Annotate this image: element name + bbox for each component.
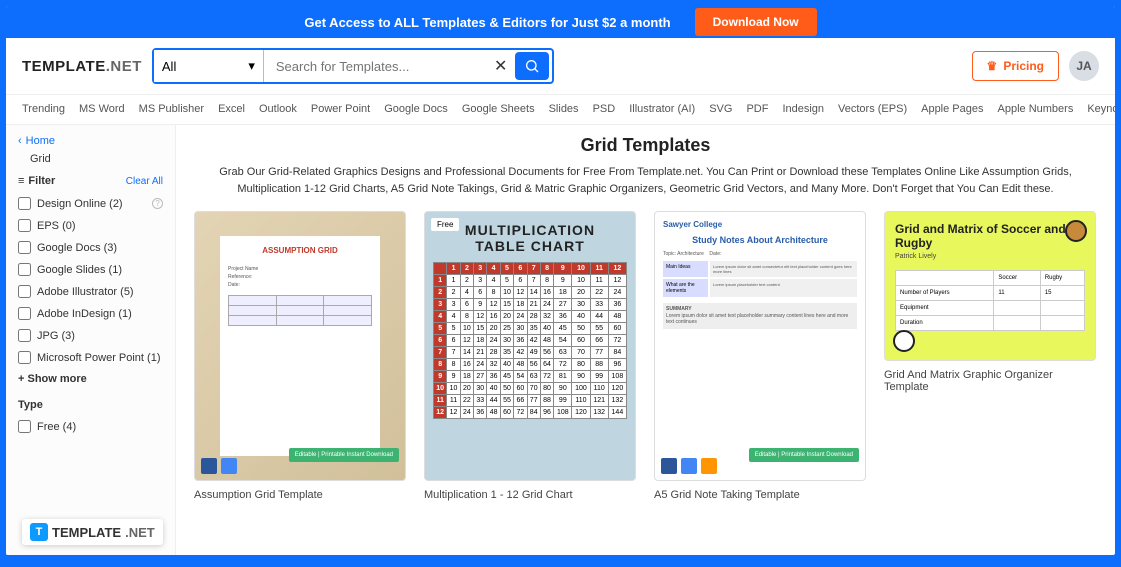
filter-checkbox[interactable]: Google Docs (3) bbox=[18, 241, 163, 254]
download-now-button[interactable]: Download Now bbox=[695, 8, 817, 36]
page-description: Grab Our Grid-Related Graphics Designs a… bbox=[194, 164, 1097, 197]
filter-checkbox[interactable]: EPS (0) bbox=[18, 219, 163, 232]
promo-text: Get Access to ALL Templates & Editors fo… bbox=[304, 15, 670, 30]
nav-item[interactable]: Google Docs bbox=[384, 103, 448, 116]
template-thumbnail[interactable]: Grid and Matrix of Soccer and Rugby Patr… bbox=[884, 211, 1096, 361]
template-title[interactable]: Grid And Matrix Graphic Organizer Templa… bbox=[884, 369, 1096, 393]
nav-item[interactable]: Power Point bbox=[311, 103, 370, 116]
show-more-button[interactable]: + Show more bbox=[18, 373, 163, 385]
pages-icon bbox=[701, 458, 717, 474]
filter-icon: ≡ bbox=[18, 175, 24, 187]
template-card[interactable]: Sawyer College Study Notes About Archite… bbox=[654, 211, 866, 501]
filter-section-type: Type bbox=[18, 399, 163, 411]
gdocs-icon bbox=[681, 458, 697, 474]
template-thumbnail[interactable]: Sawyer College Study Notes About Archite… bbox=[654, 211, 866, 481]
search-category-select[interactable]: All ▾ bbox=[154, 50, 264, 82]
nav-item[interactable]: Slides bbox=[549, 103, 579, 116]
crown-icon: ♛ bbox=[987, 59, 998, 73]
rugby-ball-icon bbox=[1065, 220, 1087, 242]
template-card[interactable]: Free MULTIPLICATION TABLE CHART 12345678… bbox=[424, 211, 636, 501]
nav-item[interactable]: MS Word bbox=[79, 103, 125, 116]
nav-item[interactable]: Keynote bbox=[1087, 103, 1115, 116]
search-box: All ▾ ✕ bbox=[152, 48, 554, 84]
nav-item[interactable]: Apple Pages bbox=[921, 103, 983, 116]
chevron-left-icon: ‹ bbox=[18, 135, 22, 147]
edit-badge[interactable]: Editable | Printable Instant Download bbox=[289, 448, 399, 462]
watermark-logo: TTEMPLATE.NET bbox=[22, 519, 163, 545]
clear-all-button[interactable]: Clear All bbox=[126, 176, 163, 187]
nav-item[interactable]: Google Sheets bbox=[462, 103, 535, 116]
soccer-ball-icon bbox=[893, 330, 915, 352]
search-icon bbox=[524, 58, 540, 74]
search-button[interactable] bbox=[515, 52, 549, 80]
filter-sidebar: ‹Home Grid ≡Filter Clear All Design Onli… bbox=[6, 125, 176, 555]
nav-item[interactable]: SVG bbox=[709, 103, 732, 116]
page-title: Grid Templates bbox=[194, 135, 1097, 156]
word-icon bbox=[201, 458, 217, 474]
template-card[interactable]: Grid and Matrix of Soccer and Rugby Patr… bbox=[884, 211, 1096, 501]
template-title[interactable]: A5 Grid Note Taking Template bbox=[654, 489, 866, 501]
nav-item[interactable]: Vectors (EPS) bbox=[838, 103, 907, 116]
template-grid: ASSUMPTION GRID Project NameReference:Da… bbox=[194, 211, 1097, 501]
template-title[interactable]: Multiplication 1 - 12 Grid Chart bbox=[424, 489, 636, 501]
edit-badge[interactable]: Editable | Printable Instant Download bbox=[749, 448, 859, 462]
help-icon[interactable]: ? bbox=[152, 198, 163, 209]
free-badge: Free bbox=[431, 218, 459, 231]
template-title[interactable]: Assumption Grid Template bbox=[194, 489, 406, 501]
site-logo[interactable]: TEMPLATE.NET bbox=[22, 58, 142, 75]
filter-checkbox[interactable]: Adobe InDesign (1) bbox=[18, 307, 163, 320]
breadcrumb-home[interactable]: ‹Home bbox=[18, 135, 163, 147]
template-card[interactable]: ASSUMPTION GRID Project NameReference:Da… bbox=[194, 211, 406, 501]
template-thumbnail[interactable]: Free MULTIPLICATION TABLE CHART 12345678… bbox=[424, 211, 636, 481]
nav-item[interactable]: PSD bbox=[593, 103, 616, 116]
filter-checkbox[interactable]: Free (4) bbox=[18, 420, 163, 433]
gdocs-icon bbox=[221, 458, 237, 474]
pricing-button[interactable]: ♛ Pricing bbox=[972, 51, 1059, 81]
search-input[interactable] bbox=[264, 50, 487, 82]
nav-item[interactable]: Excel bbox=[218, 103, 245, 116]
nav-item[interactable]: MS Publisher bbox=[139, 103, 204, 116]
clear-search-icon[interactable]: ✕ bbox=[487, 56, 515, 76]
nav-item[interactable]: Illustrator (AI) bbox=[629, 103, 695, 116]
nav-item[interactable]: Outlook bbox=[259, 103, 297, 116]
filter-checkbox[interactable]: Adobe Illustrator (5) bbox=[18, 285, 163, 298]
nav-item[interactable]: Apple Numbers bbox=[998, 103, 1074, 116]
category-nav: Trending MS Word MS Publisher Excel Outl… bbox=[6, 95, 1115, 125]
word-icon bbox=[661, 458, 677, 474]
filter-checkbox[interactable]: Design Online (2)? bbox=[18, 197, 163, 210]
filter-checkbox[interactable]: JPG (3) bbox=[18, 329, 163, 342]
nav-item[interactable]: Indesign bbox=[782, 103, 824, 116]
filter-checkbox[interactable]: Google Slides (1) bbox=[18, 263, 163, 276]
nav-item[interactable]: PDF bbox=[746, 103, 768, 116]
breadcrumb-current: Grid bbox=[30, 153, 163, 165]
filter-heading: ≡Filter bbox=[18, 175, 55, 187]
template-thumbnail[interactable]: ASSUMPTION GRID Project NameReference:Da… bbox=[194, 211, 406, 481]
chevron-down-icon: ▾ bbox=[248, 58, 255, 74]
user-avatar[interactable]: JA bbox=[1069, 51, 1099, 81]
filter-checkbox[interactable]: Microsoft Power Point (1) bbox=[18, 351, 163, 364]
nav-item[interactable]: Trending bbox=[22, 103, 65, 116]
